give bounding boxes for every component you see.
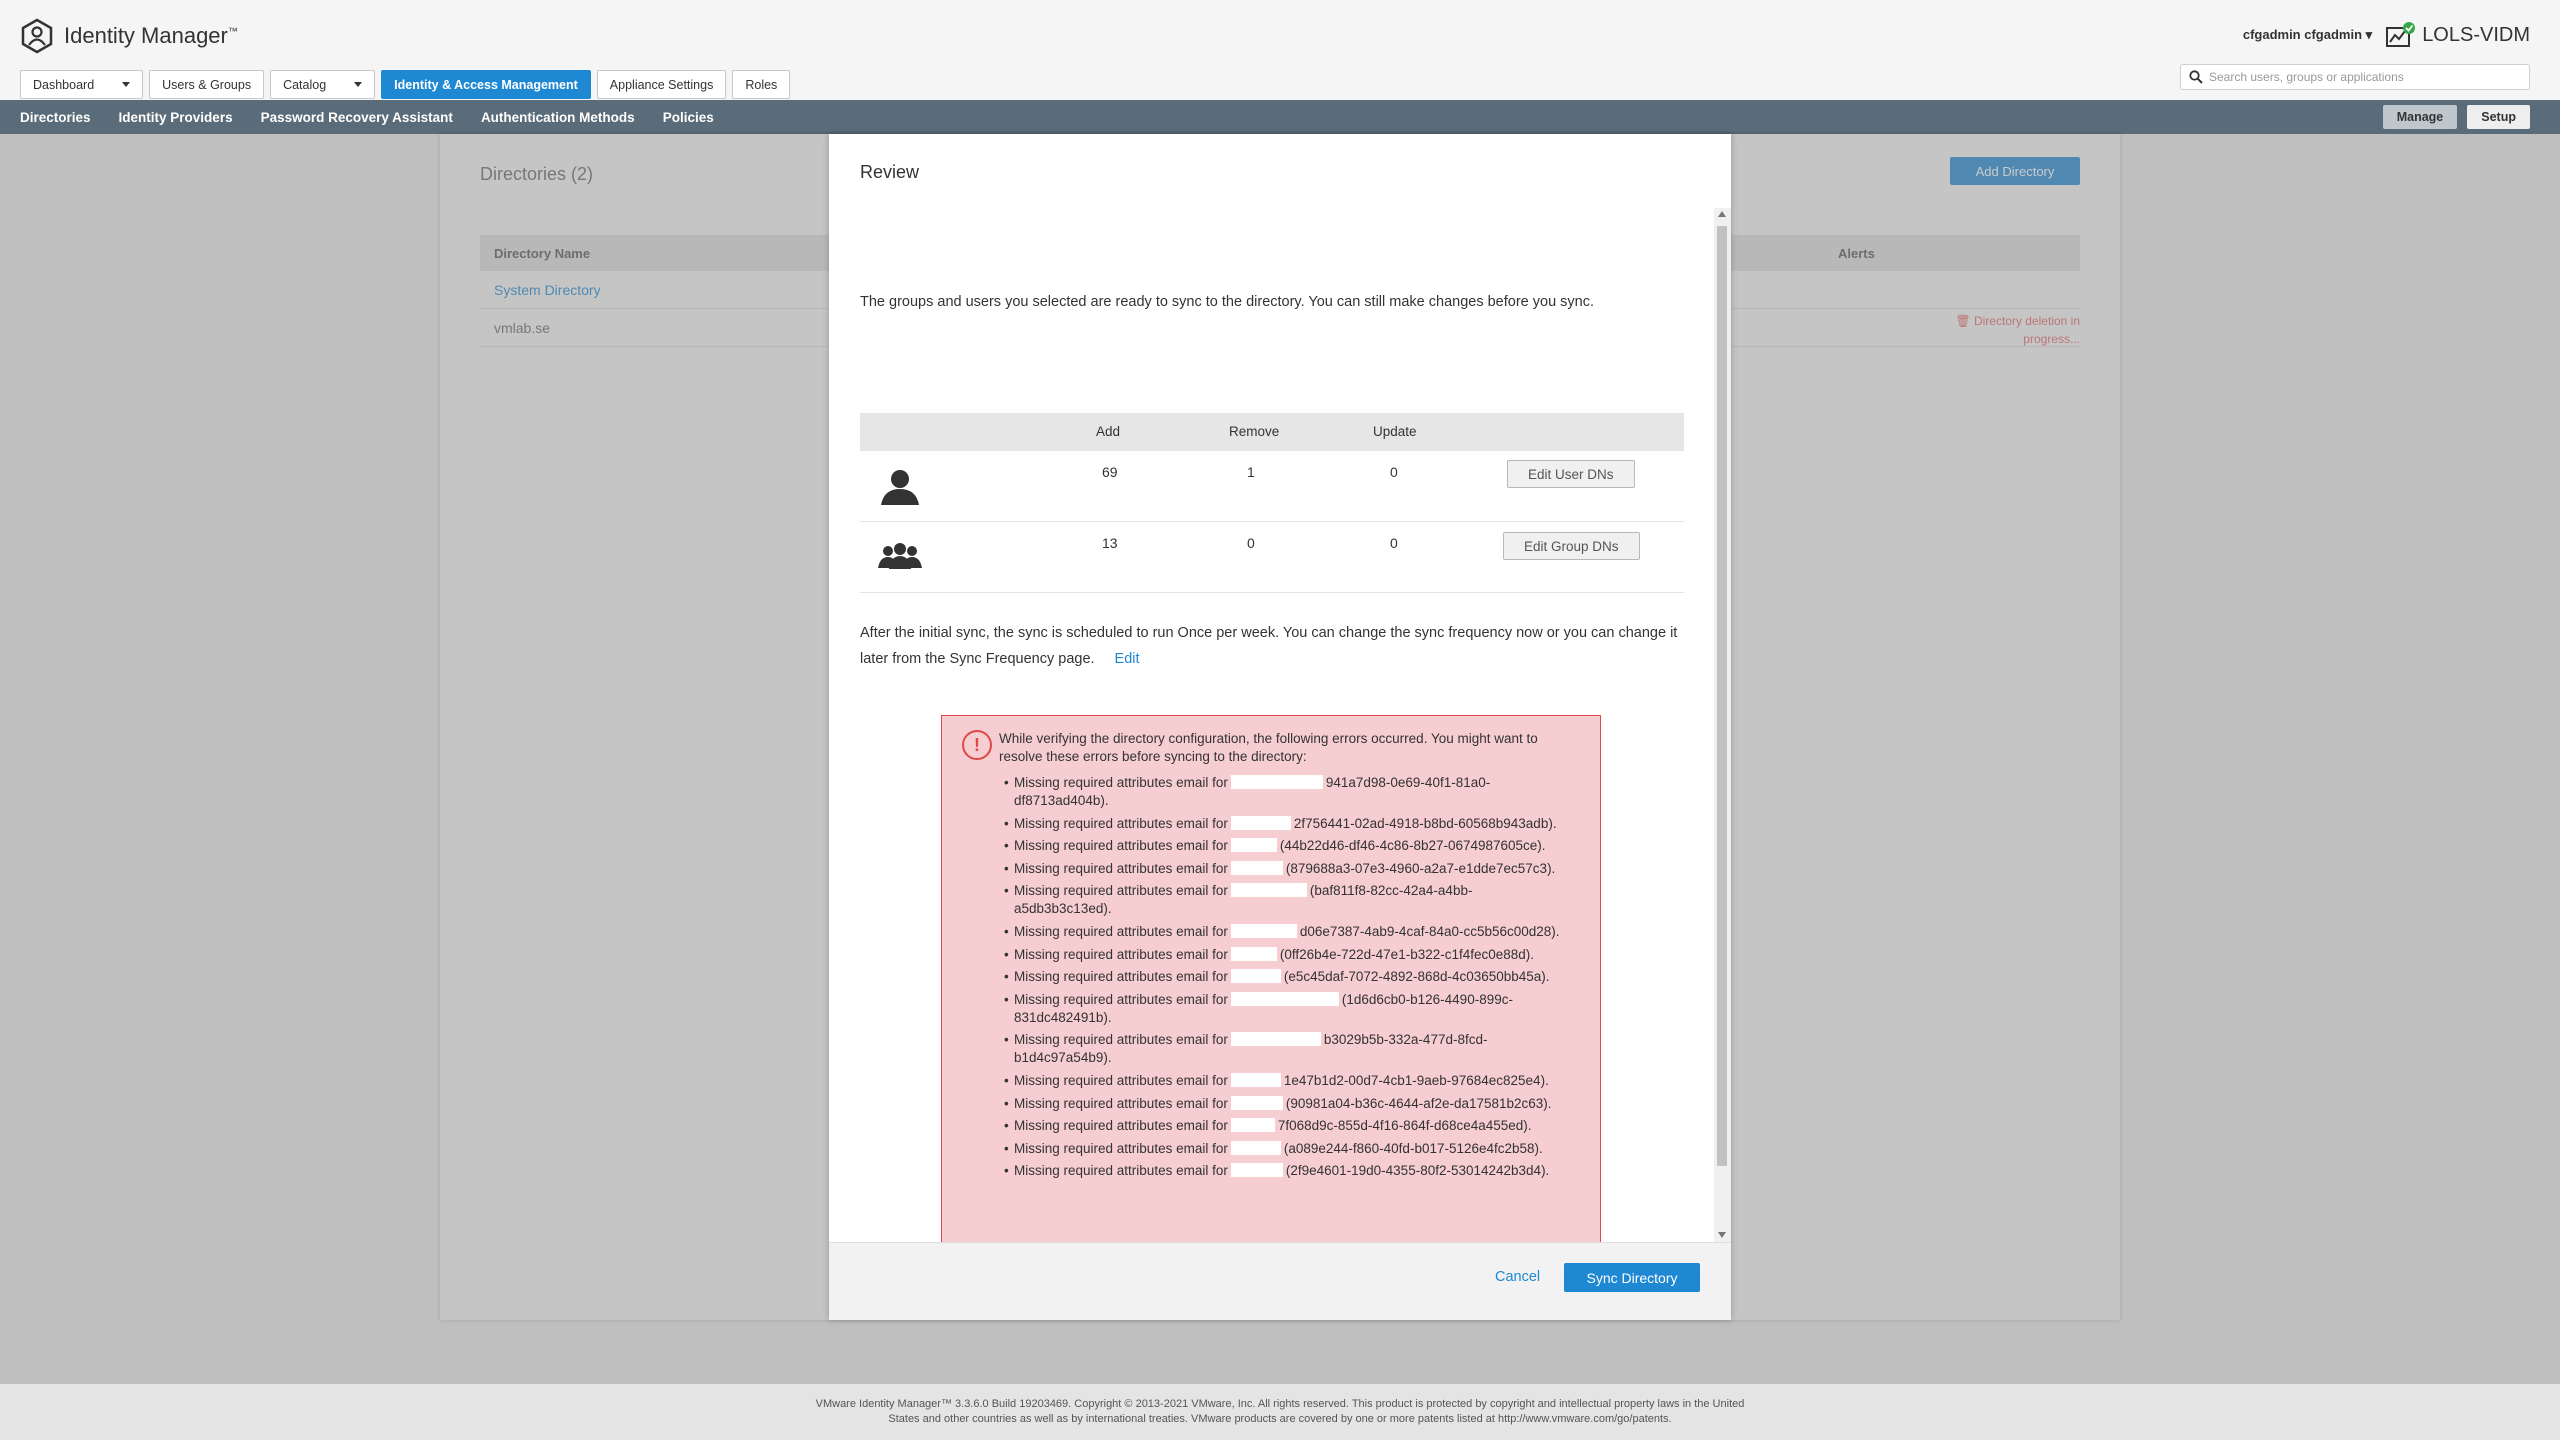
users-add-count: 69 — [1102, 464, 1118, 480]
search-input[interactable]: Search users, groups or applications — [2180, 64, 2530, 90]
chevron-down-icon — [354, 82, 363, 87]
error-intro-text: While verifying the directory configurat… — [999, 731, 1538, 764]
groups-sync-row: 13 0 0 Edit Group DNs — [860, 522, 1684, 593]
list-item: Missing required attributes email for(e5… — [1004, 968, 1564, 986]
users-update-count: 0 — [1390, 464, 1398, 480]
redacted-block — [1230, 1140, 1281, 1155]
modal-footer: Cancel Sync Directory — [829, 1242, 1731, 1320]
page-footer: VMware Identity Manager™ 3.3.6.0 Build 1… — [0, 1384, 2560, 1440]
edit-sync-frequency-link[interactable]: Edit — [1115, 651, 1140, 667]
redacted-block — [1230, 883, 1307, 898]
tenant-chart-icon — [2386, 22, 2416, 47]
redacted-block — [1230, 1095, 1283, 1110]
scroll-down-arrow-icon[interactable] — [1718, 1232, 1726, 1238]
scroll-up-arrow-icon[interactable] — [1718, 211, 1726, 217]
sub-nav: Directories Identity Providers Password … — [0, 100, 2560, 134]
modal-title: Review — [860, 162, 920, 182]
identity-manager-logo-icon — [21, 18, 53, 54]
subnav-authentication-methods[interactable]: Authentication Methods — [481, 110, 635, 125]
list-item: Missing required attributes email ford06… — [1004, 923, 1564, 941]
sync-frequency-text: After the initial sync, the sync is sche… — [860, 625, 1678, 667]
top-header: Identity Manager™ cfgadmin cfgadmin ▾ LO… — [0, 0, 2560, 100]
error-alert-box: ! While verifying the directory configur… — [941, 715, 1601, 1242]
group-icon — [878, 542, 922, 575]
main-tabs: Dashboard Users & Groups Catalog Identit… — [20, 70, 791, 99]
tab-dashboard[interactable]: Dashboard — [20, 70, 144, 99]
list-item: Missing required attributes email for(2f… — [1004, 1162, 1564, 1180]
sync-directory-button[interactable]: Sync Directory — [1564, 1263, 1700, 1292]
manage-button[interactable]: Manage — [2382, 105, 2458, 129]
list-item: Missing required attributes email for(a0… — [1004, 1140, 1564, 1158]
sync-table-header: Add Remove Update — [860, 413, 1684, 451]
redacted-block — [1230, 969, 1281, 984]
groups-update-count: 0 — [1390, 535, 1398, 551]
review-modal: Review The groups and users you selected… — [829, 134, 1731, 1320]
app-title: Identity Manager™ — [64, 23, 238, 48]
redacted-block — [1230, 1118, 1275, 1133]
edit-user-dns-button[interactable]: Edit User DNs — [1507, 460, 1635, 488]
redacted-block — [1230, 1032, 1321, 1047]
modal-body: The groups and users you selected are re… — [829, 208, 1719, 1242]
error-list: Missing required attributes email for941… — [1004, 774, 1564, 1185]
col-add: Add — [1096, 424, 1121, 439]
tab-users-groups[interactable]: Users & Groups — [149, 70, 265, 99]
redacted-block — [1230, 860, 1283, 875]
list-item: Missing required attributes email for2f7… — [1004, 815, 1564, 833]
redacted-block — [1230, 815, 1291, 830]
list-item: Missing required attributes email for(90… — [1004, 1095, 1564, 1113]
tab-catalog[interactable]: Catalog — [270, 70, 376, 99]
setup-button[interactable]: Setup — [2467, 105, 2530, 129]
subnav-directories[interactable]: Directories — [20, 110, 91, 125]
groups-add-count: 13 — [1102, 535, 1118, 551]
list-item: Missing required attributes email for(44… — [1004, 837, 1564, 855]
list-item: Missing required attributes email for7f0… — [1004, 1117, 1564, 1135]
redacted-block — [1230, 838, 1277, 853]
user-icon — [878, 467, 922, 510]
scroll-thumb[interactable] — [1717, 226, 1727, 1166]
subnav-policies[interactable]: Policies — [663, 110, 714, 125]
redacted-block — [1230, 775, 1323, 789]
redacted-block — [1230, 1072, 1281, 1087]
search-placeholder: Search users, groups or applications — [2209, 70, 2404, 84]
modal-scrollbar[interactable] — [1714, 208, 1731, 1242]
redacted-block — [1230, 1163, 1283, 1178]
col-remove: Remove — [1229, 424, 1280, 439]
subnav-password-recovery[interactable]: Password Recovery Assistant — [261, 110, 453, 125]
edit-group-dns-button[interactable]: Edit Group DNs — [1503, 532, 1640, 560]
redacted-block — [1230, 946, 1277, 961]
tab-appliance-settings[interactable]: Appliance Settings — [596, 70, 727, 99]
list-item: Missing required attributes email for(0f… — [1004, 946, 1564, 964]
cancel-button[interactable]: Cancel — [1495, 1269, 1540, 1285]
tab-roles[interactable]: Roles — [732, 70, 791, 99]
users-sync-row: 69 1 0 Edit User DNs — [860, 451, 1684, 522]
error-exclamation-icon: ! — [962, 730, 992, 760]
redacted-block — [1230, 923, 1297, 938]
tab-identity-access-management[interactable]: Identity & Access Management — [381, 70, 591, 99]
tenant-name: LOLS-VIDM — [2386, 22, 2530, 48]
sync-summary-table: Add Remove Update 69 1 0 Edit User DNs 1… — [860, 413, 1684, 593]
review-intro-text: The groups and users you selected are re… — [860, 294, 1595, 310]
list-item: Missing required attributes email for(87… — [1004, 860, 1564, 878]
subnav-identity-providers[interactable]: Identity Providers — [119, 110, 233, 125]
groups-remove-count: 0 — [1247, 535, 1255, 551]
col-update: Update — [1373, 424, 1417, 439]
list-item: Missing required attributes email for(ba… — [1004, 882, 1564, 918]
list-item: Missing required attributes email for941… — [1004, 774, 1564, 810]
copyright-line-1: VMware Identity Manager™ 3.3.6.0 Build 1… — [815, 1398, 1745, 1410]
list-item: Missing required attributes email forb30… — [1004, 1031, 1564, 1067]
user-menu[interactable]: cfgadmin cfgadmin ▾ — [2243, 27, 2372, 43]
search-icon — [2189, 70, 2203, 84]
list-item: Missing required attributes email for1e4… — [1004, 1072, 1564, 1090]
list-item: Missing required attributes email for(1d… — [1004, 991, 1564, 1027]
users-remove-count: 1 — [1247, 464, 1255, 480]
chevron-down-icon — [122, 82, 131, 87]
copyright-line-2: States and other countries as well as by… — [888, 1413, 1672, 1425]
redacted-block — [1230, 991, 1339, 1006]
app-logo[interactable]: Identity Manager™ — [20, 18, 238, 54]
